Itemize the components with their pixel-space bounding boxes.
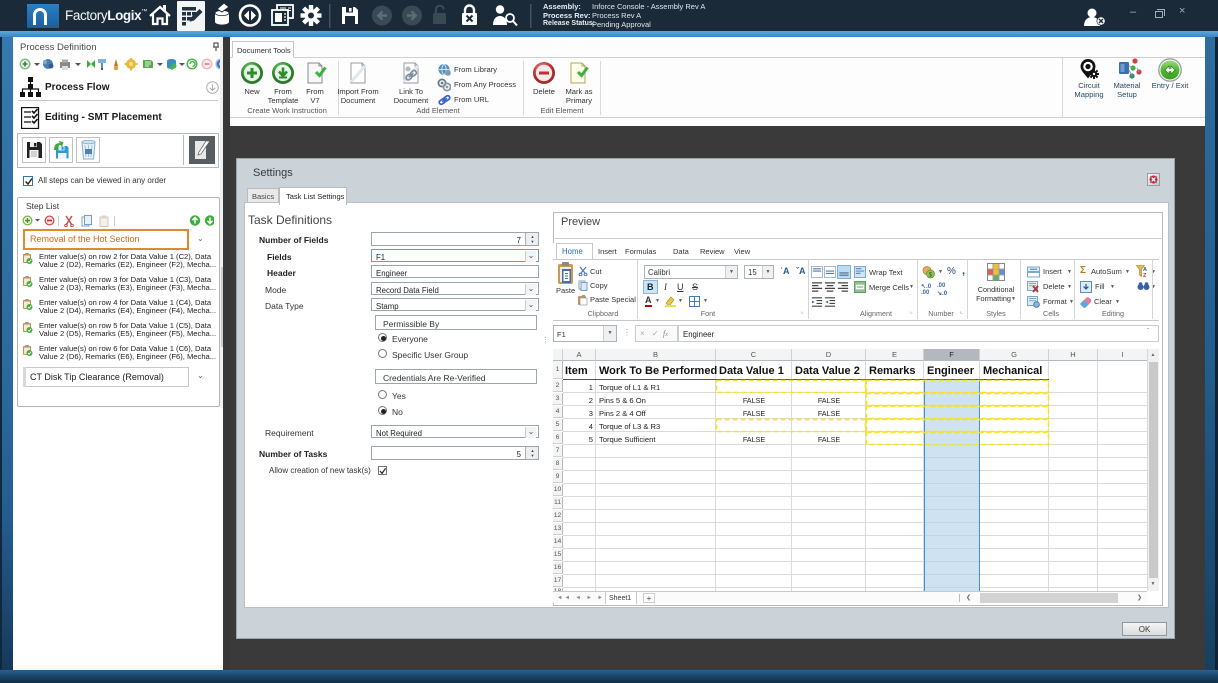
- svg-text:Z: Z: [1143, 273, 1147, 278]
